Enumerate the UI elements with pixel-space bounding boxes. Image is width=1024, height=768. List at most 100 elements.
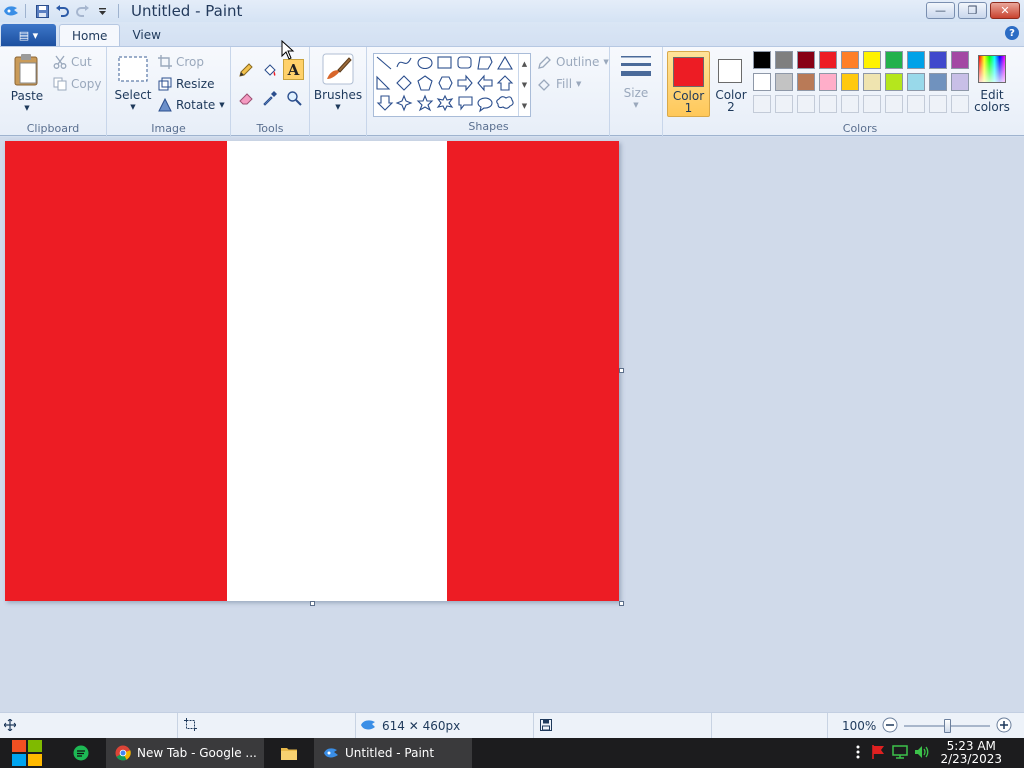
redo-icon[interactable] <box>72 2 92 20</box>
zoom-level: 100% <box>842 719 877 733</box>
fill-button[interactable]: Fill ▼ <box>537 74 581 94</box>
brushes-group: Brushes ▼ <box>310 47 367 137</box>
size-button[interactable]: Size ▼ <box>618 53 654 111</box>
zoom-slider-thumb[interactable] <box>944 719 952 733</box>
taskbar-app-green[interactable] <box>62 738 100 768</box>
close-button[interactable]: ✕ <box>990 2 1020 19</box>
eraser-tool[interactable] <box>235 87 256 108</box>
resize-label: Resize <box>176 77 215 91</box>
chrome-taskbar-label: New Tab - Google ... <box>137 746 257 760</box>
palette-color-swatch[interactable] <box>951 51 969 69</box>
shapes-scrollbar[interactable]: ▲ ▼ ▼ <box>518 54 530 116</box>
minimize-button[interactable]: — <box>926 2 955 19</box>
tray-overflow-icon[interactable] <box>856 745 860 762</box>
zoom-in-icon[interactable] <box>996 717 1012 736</box>
palette-color-swatch[interactable] <box>951 73 969 91</box>
palette-custom-empty-swatch[interactable] <box>907 95 925 113</box>
color1-swatch <box>673 57 704 87</box>
help-icon[interactable]: ? <box>1005 26 1019 40</box>
pencil-tool[interactable] <box>235 59 256 80</box>
palette-color-swatch[interactable] <box>797 51 815 69</box>
palette-color-swatch[interactable] <box>841 73 859 91</box>
drawing-canvas[interactable] <box>5 141 619 601</box>
taskbar-file-explorer[interactable] <box>270 738 308 768</box>
palette-color-swatch[interactable] <box>841 51 859 69</box>
palette-custom-empty-swatch[interactable] <box>797 95 815 113</box>
zoom-out-icon[interactable] <box>882 717 898 736</box>
palette-color-swatch[interactable] <box>819 51 837 69</box>
text-tool-icon: A <box>287 60 300 79</box>
color2-button[interactable]: Color 2 <box>712 51 750 117</box>
shapes-gallery[interactable]: ▲ ▼ ▼ <box>373 53 531 117</box>
fill-bucket-tool[interactable] <box>259 59 280 80</box>
palette-custom-empty-swatch[interactable] <box>841 95 859 113</box>
palette-custom-empty-swatch[interactable] <box>863 95 881 113</box>
color1-button[interactable]: Color 1 <box>667 51 710 117</box>
palette-color-swatch[interactable] <box>907 73 925 91</box>
paste-button[interactable]: Paste ▼ <box>6 53 48 114</box>
select-button[interactable]: Select ▼ <box>114 55 152 113</box>
canvas-resize-handle-right[interactable] <box>619 368 624 373</box>
shapes-scroll-up-icon[interactable]: ▲ <box>522 60 527 68</box>
quick-access-separator <box>25 4 26 18</box>
select-label: Select <box>114 88 152 102</box>
palette-color-swatch[interactable] <box>819 73 837 91</box>
palette-color-swatch[interactable] <box>929 51 947 69</box>
palette-color-swatch[interactable] <box>753 73 771 91</box>
palette-color-swatch[interactable] <box>753 51 771 69</box>
volume-icon[interactable] <box>914 744 930 763</box>
tab-view[interactable]: View <box>120 24 172 46</box>
color-picker-tool[interactable] <box>259 87 280 108</box>
save-icon[interactable] <box>32 2 52 20</box>
palette-color-swatch[interactable] <box>863 51 881 69</box>
palette-color-swatch[interactable] <box>775 51 793 69</box>
undo-icon[interactable] <box>52 2 72 20</box>
clock[interactable]: 5:23 AM 2/23/2023 <box>940 740 1002 766</box>
file-menu-button[interactable]: ▤ ▾ <box>1 24 56 46</box>
network-icon[interactable] <box>892 744 909 763</box>
restore-button[interactable]: ❐ <box>958 2 987 19</box>
cut-button[interactable]: Cut <box>53 52 92 72</box>
paint-taskbar-label: Untitled - Paint <box>345 746 435 760</box>
palette-color-swatch[interactable] <box>885 73 903 91</box>
taskbar-paint[interactable]: Untitled - Paint <box>314 738 472 768</box>
zoom-slider[interactable] <box>904 718 991 734</box>
taskbar-chrome[interactable]: New Tab - Google ... <box>106 738 264 768</box>
rectangle-shape-icon <box>437 56 452 69</box>
palette-custom-empty-swatch[interactable] <box>951 95 969 113</box>
canvas-resize-handle-bottom[interactable] <box>310 601 315 606</box>
palette-custom-empty-swatch[interactable] <box>885 95 903 113</box>
palette-custom-empty-swatch[interactable] <box>753 95 771 113</box>
palette-custom-empty-swatch[interactable] <box>775 95 793 113</box>
magnifier-tool[interactable] <box>283 87 304 108</box>
palette-custom-empty-swatch[interactable] <box>929 95 947 113</box>
customize-quick-access-icon[interactable] <box>92 2 112 20</box>
curve-shape-icon <box>396 57 412 68</box>
palette-color-swatch[interactable] <box>907 51 925 69</box>
palette-color-swatch[interactable] <box>863 73 881 91</box>
paint-app-icon[interactable] <box>3 3 19 19</box>
brushes-button[interactable]: Brushes ▼ <box>314 53 362 113</box>
canvas-stripe-right <box>447 141 619 601</box>
oval-shape-icon <box>417 56 433 70</box>
outline-button[interactable]: Outline ▼ <box>537 52 609 72</box>
rotate-button[interactable]: Rotate ▼ <box>158 95 225 115</box>
edit-colors-button[interactable]: Edit colors <box>972 51 1012 117</box>
canvas-workspace[interactable] <box>0 137 1024 712</box>
tab-home[interactable]: Home <box>59 24 121 46</box>
start-button[interactable] <box>8 738 46 768</box>
palette-color-swatch[interactable] <box>929 73 947 91</box>
resize-button[interactable]: Resize <box>158 74 214 94</box>
shapes-more-icon[interactable]: ▼ <box>522 102 527 110</box>
crop-button[interactable]: Crop <box>158 52 204 72</box>
action-center-flag-icon[interactable] <box>870 744 886 763</box>
palette-color-swatch[interactable] <box>775 73 793 91</box>
shapes-scroll-down-icon[interactable]: ▼ <box>522 81 527 89</box>
crop-icon <box>158 55 172 69</box>
palette-custom-empty-swatch[interactable] <box>819 95 837 113</box>
canvas-resize-handle-corner[interactable] <box>619 601 624 606</box>
copy-button[interactable]: Copy <box>53 74 101 94</box>
fill-label: Fill <box>556 77 573 91</box>
palette-color-swatch[interactable] <box>885 51 903 69</box>
palette-color-swatch[interactable] <box>797 73 815 91</box>
